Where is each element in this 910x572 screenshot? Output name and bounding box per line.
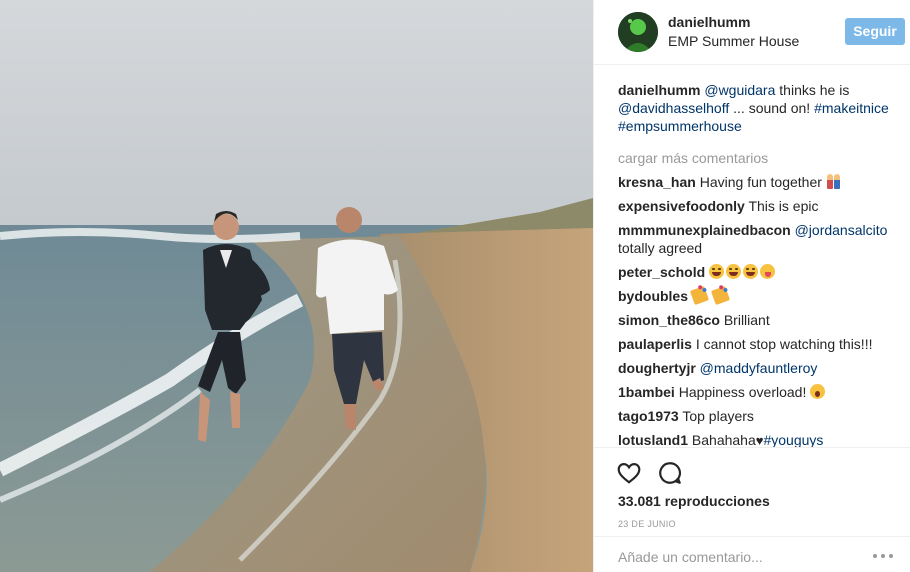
laughing-emoji-icon bbox=[709, 264, 725, 279]
comment-row: paulaperlis I cannot stop watching this!… bbox=[618, 335, 903, 353]
comment-username[interactable]: doughertyjr bbox=[618, 360, 696, 376]
post-details-panel: danielhumm EMP Summer House Seguir danie… bbox=[593, 0, 910, 572]
load-more-comments[interactable]: cargar más comentarios bbox=[618, 149, 903, 167]
post-date[interactable]: 23 DE JUNIO bbox=[618, 519, 676, 529]
comment-row: 1bambei Happiness overload! bbox=[618, 383, 903, 401]
comment-hashtag[interactable]: #youguys bbox=[763, 432, 823, 448]
caption-hashtag[interactable]: #makeitnice bbox=[814, 100, 889, 116]
caption-mention[interactable]: @davidhasselhoff bbox=[618, 100, 729, 116]
view-count: 33.081 reproducciones bbox=[618, 493, 770, 509]
comment-text: Brilliant bbox=[723, 312, 770, 328]
comment-mention[interactable]: @maddyfauntleroy bbox=[700, 360, 818, 376]
comment-row: tago1973 Top players bbox=[618, 407, 903, 425]
comment-username[interactable]: mmmmunexplainedbacon bbox=[618, 222, 791, 238]
caption-mention[interactable]: @wguidara bbox=[704, 82, 775, 98]
post-location[interactable]: EMP Summer House bbox=[668, 33, 799, 49]
comment-row: expensivefoodonly This is epic bbox=[618, 197, 903, 215]
comment-text: I cannot stop watching this!!! bbox=[695, 336, 873, 352]
tongue-emoji-icon bbox=[760, 264, 776, 279]
follow-button[interactable]: Seguir bbox=[845, 18, 905, 45]
comment-row: peter_schold bbox=[618, 263, 903, 281]
comment-mention[interactable]: @jordansalcito bbox=[795, 222, 888, 238]
post-caption: danielhumm @wguidara thinks he is @david… bbox=[618, 81, 903, 135]
more-options-icon[interactable] bbox=[871, 548, 895, 564]
add-comment-input[interactable] bbox=[618, 546, 848, 568]
beach-scene-image bbox=[0, 0, 593, 572]
caption-text: ... sound on! bbox=[729, 100, 815, 116]
owner-avatar[interactable] bbox=[618, 12, 658, 52]
comment-row: doughertyjr @maddyfauntleroy bbox=[618, 359, 903, 377]
caption-hashtag[interactable]: #empsummerhouse bbox=[618, 118, 742, 134]
comment-text: Having fun together bbox=[699, 174, 822, 190]
post-video[interactable] bbox=[0, 0, 593, 572]
caption-text: thinks he is bbox=[775, 82, 850, 98]
laughing-emoji-icon bbox=[743, 264, 759, 279]
comment-username[interactable]: 1bambei bbox=[618, 384, 675, 400]
comment-username[interactable]: peter_schold bbox=[618, 264, 705, 280]
speech-bubble-icon[interactable] bbox=[657, 460, 683, 486]
laughing-emoji-icon bbox=[726, 264, 742, 279]
comment-username[interactable]: expensivefoodonly bbox=[618, 198, 745, 214]
surprised-emoji-icon bbox=[810, 384, 826, 399]
comment-text: This is epic bbox=[748, 198, 819, 214]
owner-username[interactable]: danielhumm bbox=[668, 14, 750, 30]
comment-username[interactable]: lotusland1 bbox=[618, 432, 688, 448]
add-comment-bar bbox=[594, 536, 910, 572]
post-actions: 33.081 reproducciones 23 DE JUNIO bbox=[594, 447, 910, 572]
comment-row: kresna_han Having fun together bbox=[618, 173, 903, 191]
comment-text: Bahahaha bbox=[691, 432, 756, 448]
comment-username[interactable]: kresna_han bbox=[618, 174, 696, 190]
comment-text: Top players bbox=[682, 408, 754, 424]
comment-username[interactable]: tago1973 bbox=[618, 408, 679, 424]
party-popper-emoji-icon bbox=[689, 285, 710, 306]
comment-username[interactable]: paulaperlis bbox=[618, 336, 692, 352]
post-header: danielhumm EMP Summer House Seguir bbox=[594, 0, 910, 65]
comment-text: totally agreed bbox=[618, 240, 703, 256]
comment-row: mmmmunexplainedbacon @jordansalcito tota… bbox=[618, 221, 903, 257]
comment-username[interactable]: bydoubles bbox=[618, 288, 688, 304]
caption-username[interactable]: danielhumm bbox=[618, 82, 700, 98]
comment-username[interactable]: simon_the86co bbox=[618, 312, 720, 328]
comment-text: Happiness overload! bbox=[678, 384, 807, 400]
heart-outline-icon[interactable] bbox=[616, 460, 642, 486]
couple-emoji-icon bbox=[826, 174, 842, 189]
party-popper-emoji-icon bbox=[710, 285, 730, 306]
comment-row: simon_the86co Brilliant bbox=[618, 311, 903, 329]
comments-list: danielhumm @wguidara thinks he is @david… bbox=[618, 81, 903, 456]
comment-row: bydoubles bbox=[618, 285, 903, 306]
